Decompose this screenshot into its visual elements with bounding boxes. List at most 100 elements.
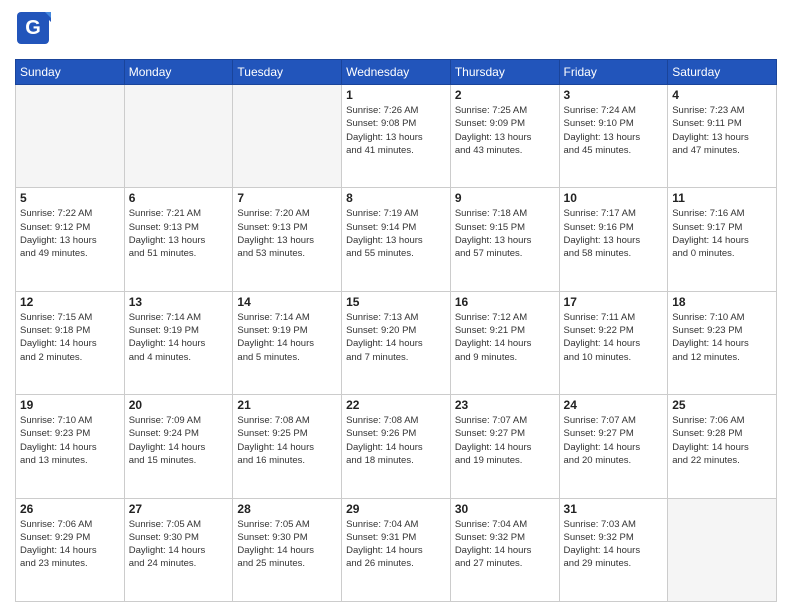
calendar-header-row: Sunday Monday Tuesday Wednesday Thursday… [16,60,777,85]
day-info: Sunrise: 7:21 AMSunset: 9:13 PMDaylight:… [129,207,229,260]
day-info: Sunrise: 7:07 AMSunset: 9:27 PMDaylight:… [564,414,664,467]
day-number: 11 [672,191,772,205]
day-info: Sunrise: 7:05 AMSunset: 9:30 PMDaylight:… [237,518,337,571]
calendar-cell: 12Sunrise: 7:15 AMSunset: 9:18 PMDayligh… [16,291,125,394]
col-sunday: Sunday [16,60,125,85]
col-friday: Friday [559,60,668,85]
day-number: 19 [20,398,120,412]
calendar-cell: 1 Sunrise: 7:26 AMSunset: 9:08 PMDaylight… [342,85,451,188]
col-tuesday: Tuesday [233,60,342,85]
day-info: Sunrise: 7:17 AMSunset: 9:16 PMDaylight:… [564,207,664,260]
day-number: 17 [564,295,664,309]
day-number: 6 [129,191,229,205]
calendar-cell: 3Sunrise: 7:24 AMSunset: 9:10 PMDaylight… [559,85,668,188]
day-info: Sunrise: 7:10 AMSunset: 9:23 PMDaylight:… [672,311,772,364]
calendar-cell: 5 Sunrise: 7:22 AMSunset: 9:12 PMDaylight… [16,188,125,291]
calendar-cell: 20 Sunrise: 7:09 AMSunset: 9:24 PMDayligh… [124,395,233,498]
calendar-cell: 22 Sunrise: 7:08 AMSunset: 9:26 PMDayligh… [342,395,451,498]
day-info: Sunrise: 7:23 AMSunset: 9:11 PMDaylight:… [672,104,772,157]
calendar-cell: 9Sunrise: 7:18 AMSunset: 9:15 PMDaylight… [450,188,559,291]
day-info: Sunrise: 7:05 AMSunset: 9:30 PMDaylight:… [129,518,229,571]
day-info: Sunrise: 7:13 AMSunset: 9:20 PMDaylight:… [346,311,446,364]
day-info: Sunrise: 7:08 AMSunset: 9:25 PMDaylight:… [237,414,337,467]
day-info: Sunrise: 7:10 AMSunset: 9:23 PMDaylight:… [20,414,120,467]
day-info: Sunrise: 7:04 AMSunset: 9:32 PMDaylight:… [455,518,555,571]
calendar-cell: 31 Sunrise: 7:03 AMSunset: 9:32 PMDayligh… [559,498,668,601]
col-monday: Monday [124,60,233,85]
day-number: 8 [346,191,446,205]
calendar-cell: 30 Sunrise: 7:04 AMSunset: 9:32 PMDayligh… [450,498,559,601]
calendar-week-5: 26Sunrise: 7:06 AMSunset: 9:29 PMDayligh… [16,498,777,601]
day-number: 7 [237,191,337,205]
day-info: Sunrise: 7:25 AMSunset: 9:09 PMDaylight:… [455,104,555,157]
day-info: Sunrise: 7:08 AMSunset: 9:26 PMDaylight:… [346,414,446,467]
calendar-week-1: 1 Sunrise: 7:26 AMSunset: 9:08 PMDaylight… [16,85,777,188]
day-number: 27 [129,502,229,516]
day-number: 21 [237,398,337,412]
day-number: 25 [672,398,772,412]
calendar-cell: 6 Sunrise: 7:21 AMSunset: 9:13 PMDaylight… [124,188,233,291]
day-number: 31 [564,502,664,516]
day-number: 15 [346,295,446,309]
day-number: 14 [237,295,337,309]
day-number: 3 [564,88,664,102]
calendar-cell: 24Sunrise: 7:07 AMSunset: 9:27 PMDayligh… [559,395,668,498]
calendar: Sunday Monday Tuesday Wednesday Thursday… [15,59,777,602]
day-number: 16 [455,295,555,309]
calendar-week-2: 5 Sunrise: 7:22 AMSunset: 9:12 PMDaylight… [16,188,777,291]
calendar-cell: 17 Sunrise: 7:11 AMSunset: 9:22 PMDayligh… [559,291,668,394]
calendar-cell: 13 Sunrise: 7:14 AMSunset: 9:19 PMDayligh… [124,291,233,394]
calendar-cell: 21 Sunrise: 7:08 AMSunset: 9:25 PMDayligh… [233,395,342,498]
day-number: 22 [346,398,446,412]
day-info: Sunrise: 7:06 AMSunset: 9:28 PMDaylight:… [672,414,772,467]
col-saturday: Saturday [668,60,777,85]
day-info: Sunrise: 7:22 AMSunset: 9:12 PMDaylight:… [20,207,120,260]
day-info: Sunrise: 7:12 AMSunset: 9:21 PMDaylight:… [455,311,555,364]
calendar-cell: 4 Sunrise: 7:23 AMSunset: 9:11 PMDaylight… [668,85,777,188]
page: G Sunday Monday Tuesday Wednesday Thursd… [0,0,792,612]
day-number: 30 [455,502,555,516]
day-info: Sunrise: 7:26 AMSunset: 9:08 PMDaylight:… [346,104,446,157]
calendar-cell [16,85,125,188]
day-info: Sunrise: 7:03 AMSunset: 9:32 PMDaylight:… [564,518,664,571]
day-number: 5 [20,191,120,205]
day-info: Sunrise: 7:11 AMSunset: 9:22 PMDaylight:… [564,311,664,364]
calendar-cell: 18Sunrise: 7:10 AMSunset: 9:23 PMDayligh… [668,291,777,394]
day-number: 10 [564,191,664,205]
calendar-week-3: 12Sunrise: 7:15 AMSunset: 9:18 PMDayligh… [16,291,777,394]
day-number: 23 [455,398,555,412]
day-number: 4 [672,88,772,102]
day-info: Sunrise: 7:06 AMSunset: 9:29 PMDaylight:… [20,518,120,571]
day-info: Sunrise: 7:19 AMSunset: 9:14 PMDaylight:… [346,207,446,260]
calendar-cell: 29Sunrise: 7:04 AMSunset: 9:31 PMDayligh… [342,498,451,601]
calendar-cell: 26Sunrise: 7:06 AMSunset: 9:29 PMDayligh… [16,498,125,601]
day-number: 1 [346,88,446,102]
day-info: Sunrise: 7:16 AMSunset: 9:17 PMDaylight:… [672,207,772,260]
calendar-cell: 11 Sunrise: 7:16 AMSunset: 9:17 PMDayligh… [668,188,777,291]
calendar-cell: 27 Sunrise: 7:05 AMSunset: 9:30 PMDayligh… [124,498,233,601]
calendar-cell: 8 Sunrise: 7:19 AMSunset: 9:14 PMDaylight… [342,188,451,291]
day-info: Sunrise: 7:14 AMSunset: 9:19 PMDaylight:… [129,311,229,364]
day-number: 2 [455,88,555,102]
col-wednesday: Wednesday [342,60,451,85]
calendar-cell [668,498,777,601]
calendar-cell: 25 Sunrise: 7:06 AMSunset: 9:28 PMDayligh… [668,395,777,498]
day-number: 28 [237,502,337,516]
calendar-cell [233,85,342,188]
header: G [15,10,777,51]
calendar-cell: 15 Sunrise: 7:13 AMSunset: 9:20 PMDayligh… [342,291,451,394]
day-info: Sunrise: 7:18 AMSunset: 9:15 PMDaylight:… [455,207,555,260]
logo: G [15,10,55,51]
day-info: Sunrise: 7:20 AMSunset: 9:13 PMDaylight:… [237,207,337,260]
calendar-cell: 19 Sunrise: 7:10 AMSunset: 9:23 PMDayligh… [16,395,125,498]
day-number: 13 [129,295,229,309]
svg-text:G: G [25,17,41,39]
day-info: Sunrise: 7:07 AMSunset: 9:27 PMDaylight:… [455,414,555,467]
calendar-cell: 16 Sunrise: 7:12 AMSunset: 9:21 PMDayligh… [450,291,559,394]
calendar-cell: 23 Sunrise: 7:07 AMSunset: 9:27 PMDayligh… [450,395,559,498]
day-number: 20 [129,398,229,412]
calendar-week-4: 19 Sunrise: 7:10 AMSunset: 9:23 PMDayligh… [16,395,777,498]
day-info: Sunrise: 7:09 AMSunset: 9:24 PMDaylight:… [129,414,229,467]
day-info: Sunrise: 7:14 AMSunset: 9:19 PMDaylight:… [237,311,337,364]
calendar-cell: 10 Sunrise: 7:17 AMSunset: 9:16 PMDayligh… [559,188,668,291]
